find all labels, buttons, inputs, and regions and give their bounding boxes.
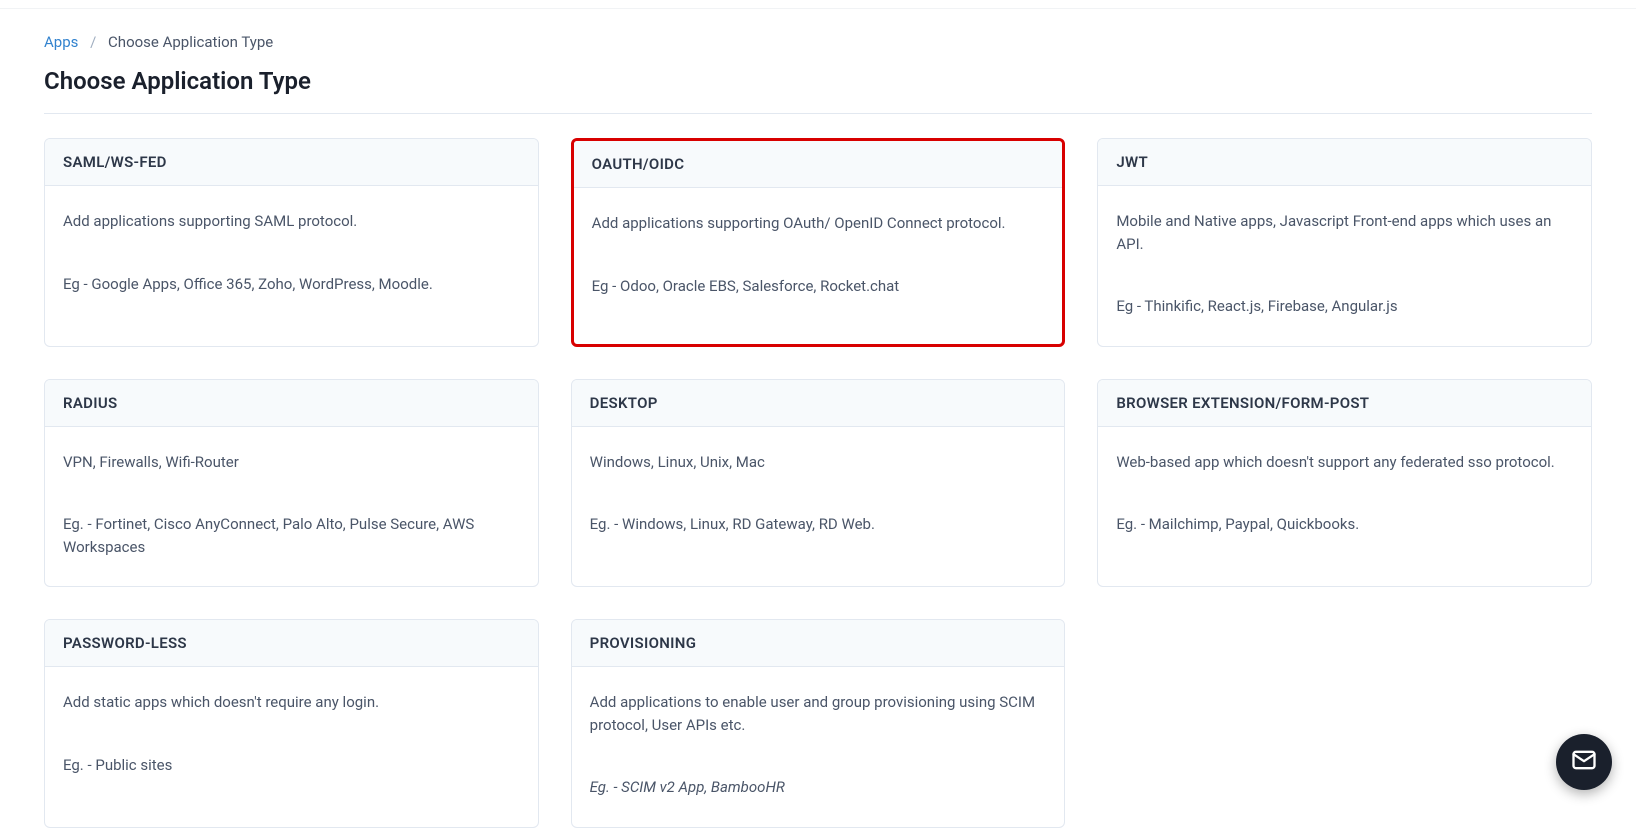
card-password-less[interactable]: PASSWORD-LESS Add static apps which doesn… (44, 619, 539, 828)
breadcrumb-current: Choose Application Type (108, 33, 273, 51)
page-title: Choose Application Type (44, 67, 1592, 113)
card-title: DESKTOP (572, 380, 1065, 427)
card-jwt[interactable]: JWT Mobile and Native apps, Javascript Fr… (1097, 138, 1592, 347)
card-description: Add static apps which doesn't require an… (63, 691, 520, 714)
card-body: VPN, Firewalls, Wifi-Router Eg. - Fortine… (45, 427, 538, 587)
card-title: BROWSER EXTENSION/FORM-POST (1098, 380, 1591, 427)
card-body: Add applications supporting SAML protoco… (45, 186, 538, 323)
card-title: JWT (1098, 139, 1591, 186)
card-example: Eg - Google Apps, Office 365, Zoho, Word… (63, 273, 520, 296)
card-body: Mobile and Native apps, Javascript Front… (1098, 186, 1591, 346)
card-saml-ws-fed[interactable]: SAML/WS-FED Add applications supporting S… (44, 138, 539, 347)
application-type-grid: SAML/WS-FED Add applications supporting S… (44, 138, 1592, 828)
card-body: Add applications supporting OAuth/ OpenI… (574, 188, 1063, 325)
card-example: Eg - Odoo, Oracle EBS, Salesforce, Rocke… (592, 275, 1045, 298)
chat-button[interactable] (1556, 734, 1612, 790)
card-example: Eg. - Mailchimp, Paypal, Quickbooks. (1116, 513, 1573, 536)
card-example: Eg. - Fortinet, Cisco AnyConnect, Palo A… (63, 513, 520, 558)
card-description: Add applications supporting SAML protoco… (63, 210, 520, 233)
card-description: Mobile and Native apps, Javascript Front… (1116, 210, 1573, 255)
card-browser-extension[interactable]: BROWSER EXTENSION/FORM-POST Web-based app… (1097, 379, 1592, 588)
card-example: Eg. - Windows, Linux, RD Gateway, RD Web… (590, 513, 1047, 536)
card-provisioning[interactable]: PROVISIONING Add applications to enable u… (571, 619, 1066, 828)
card-description: Add applications to enable user and grou… (590, 691, 1047, 736)
card-radius[interactable]: RADIUS VPN, Firewalls, Wifi-Router Eg. - F… (44, 379, 539, 588)
mail-icon (1570, 746, 1598, 778)
card-title: PASSWORD-LESS (45, 620, 538, 667)
card-description: VPN, Firewalls, Wifi-Router (63, 451, 520, 474)
card-example: Eg. - Public sites (63, 754, 520, 777)
card-body: Web-based app which doesn't support any … (1098, 427, 1591, 564)
card-title: PROVISIONING (572, 620, 1065, 667)
card-body: Add static apps which doesn't require an… (45, 667, 538, 804)
card-desktop[interactable]: DESKTOP Windows, Linux, Unix, Mac Eg. - Wi… (571, 379, 1066, 588)
card-title: RADIUS (45, 380, 538, 427)
card-title: OAUTH/OIDC (574, 141, 1063, 188)
card-description: Web-based app which doesn't support any … (1116, 451, 1573, 474)
card-oauth-oidc[interactable]: OAUTH/OIDC Add applications supporting OA… (571, 138, 1066, 347)
title-divider (44, 113, 1592, 114)
breadcrumb: Apps / Choose Application Type (44, 9, 1592, 67)
breadcrumb-separator: / (90, 33, 96, 51)
breadcrumb-root-link[interactable]: Apps (44, 33, 78, 51)
card-title: SAML/WS-FED (45, 139, 538, 186)
card-body: Windows, Linux, Unix, Mac Eg. - Windows, … (572, 427, 1065, 564)
card-description: Add applications supporting OAuth/ OpenI… (592, 212, 1045, 235)
card-body: Add applications to enable user and grou… (572, 667, 1065, 827)
card-description: Windows, Linux, Unix, Mac (590, 451, 1047, 474)
card-example: Eg. - SCIM v2 App, BambooHR (590, 776, 1047, 799)
card-example: Eg - Thinkific, React.js, Firebase, Angu… (1116, 295, 1573, 318)
